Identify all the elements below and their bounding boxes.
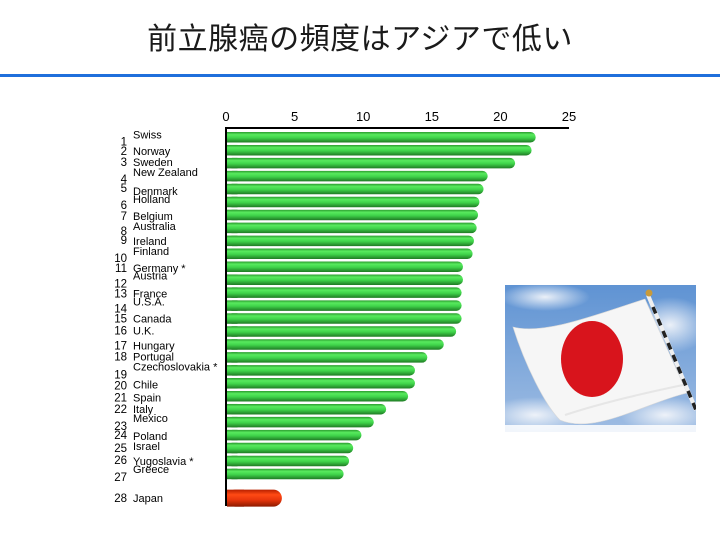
- country-label: Finland: [133, 246, 169, 258]
- bar-base: [227, 442, 238, 454]
- bar-base: [227, 132, 238, 143]
- bar-belgium: [227, 209, 479, 221]
- rank-label: 21: [114, 392, 127, 404]
- rank-label: 26: [114, 455, 127, 467]
- country-label: Canada: [133, 314, 172, 326]
- rank-label: 28: [114, 493, 127, 505]
- bar-canada: [227, 313, 462, 324]
- bar-base: [227, 157, 238, 169]
- bar-mexico: [227, 416, 374, 428]
- country-label: Mexico: [133, 413, 168, 425]
- country-label: Greece: [133, 464, 169, 476]
- x-tick-label: 15: [425, 109, 439, 124]
- bar-base: [227, 403, 238, 415]
- rank-label: 9: [121, 235, 127, 247]
- bar-base: [227, 183, 238, 195]
- x-tick-label: 5: [291, 109, 298, 124]
- bar-poland: [227, 429, 362, 441]
- country-label: Japan: [133, 493, 163, 505]
- bar-yugoslavia: [227, 455, 350, 467]
- bar-spain: [227, 391, 409, 402]
- bar-u-k: [227, 326, 457, 337]
- country-label: Australia: [133, 221, 177, 233]
- country-label: New Zealand: [133, 167, 198, 179]
- bar-base: [227, 170, 238, 182]
- bar-base: [227, 429, 238, 441]
- bar-base: [227, 378, 238, 389]
- rank-label: 25: [114, 443, 127, 455]
- country-label: U.S.A.: [133, 297, 165, 309]
- bar-base: [227, 468, 238, 480]
- country-label: Spain: [133, 392, 161, 404]
- country-label: Holland: [133, 194, 170, 206]
- bar-base: [227, 261, 238, 272]
- japan-flag-photo: [505, 285, 696, 432]
- bar-ireland: [227, 235, 474, 247]
- bar-greece: [227, 468, 344, 480]
- rank-label: 11: [115, 263, 127, 275]
- country-label: Israel: [133, 441, 160, 453]
- bar-base: [227, 339, 238, 350]
- rank-label: 18: [114, 351, 127, 363]
- x-tick-label: 10: [356, 109, 370, 124]
- bar-denmark: [227, 183, 484, 195]
- x-tick-label: 0: [222, 109, 229, 124]
- bar-base: [227, 365, 238, 376]
- bar-holland: [227, 196, 480, 208]
- bar-u-s-a: [227, 300, 462, 311]
- rank-label: 13: [114, 289, 127, 301]
- rank-label: 22: [114, 404, 127, 416]
- bar-base: [227, 248, 238, 260]
- country-label: Chile: [133, 379, 158, 391]
- bar-chart: 0 5 10 15 20 25 1Swiss2 Norway3 Sweden4New Zeal…: [114, 109, 576, 507]
- rank-label: 3: [121, 157, 127, 169]
- country-label: Austria: [133, 271, 168, 283]
- bar-portugal: [227, 352, 428, 363]
- rank-label: 16: [114, 326, 127, 338]
- bar-base: [227, 222, 238, 234]
- bar-base: [227, 274, 238, 285]
- bar-base: [227, 144, 238, 156]
- bar-base: [227, 455, 238, 467]
- bar-swiss: [227, 132, 536, 143]
- country-label: Swiss: [133, 129, 162, 141]
- x-tick-label: 20: [493, 109, 507, 124]
- rank-label: 5: [121, 183, 127, 195]
- bar-base: [227, 196, 238, 208]
- bar-czechoslovakia: [227, 365, 415, 376]
- bar-new-zealand: [227, 170, 488, 182]
- bar-finland: [227, 248, 473, 260]
- bar-base: [227, 313, 238, 324]
- x-tick-label: 25: [562, 109, 576, 124]
- country-label: Czechoslovakia *: [133, 361, 218, 373]
- bar-germany: [227, 261, 463, 272]
- rank-label: 24: [114, 430, 127, 442]
- bar-austria: [227, 274, 463, 285]
- rank-label: 7: [121, 211, 127, 223]
- country-label: U.K.: [133, 326, 154, 338]
- bar-base: [227, 489, 244, 507]
- bar-base: [227, 391, 238, 402]
- bar-australia: [227, 222, 477, 234]
- rank-label: 15: [114, 314, 127, 326]
- bar-italy: [227, 403, 387, 415]
- bar-base: [227, 352, 238, 363]
- bar-france: [227, 287, 462, 298]
- bar-base: [227, 287, 238, 298]
- rank-label: 20: [114, 380, 127, 392]
- bar-base: [227, 300, 238, 311]
- rank-label: 27: [114, 472, 127, 484]
- bar-norway: [227, 144, 532, 156]
- bar-hungary: [227, 339, 444, 350]
- bar-base: [227, 235, 238, 247]
- bar-chile: [227, 378, 415, 389]
- bar-base: [227, 209, 238, 221]
- bar-sweden: [227, 157, 516, 169]
- bar-base: [227, 416, 238, 428]
- bar-israel: [227, 442, 354, 454]
- bar-base: [227, 326, 238, 337]
- flag-disc: [561, 321, 623, 397]
